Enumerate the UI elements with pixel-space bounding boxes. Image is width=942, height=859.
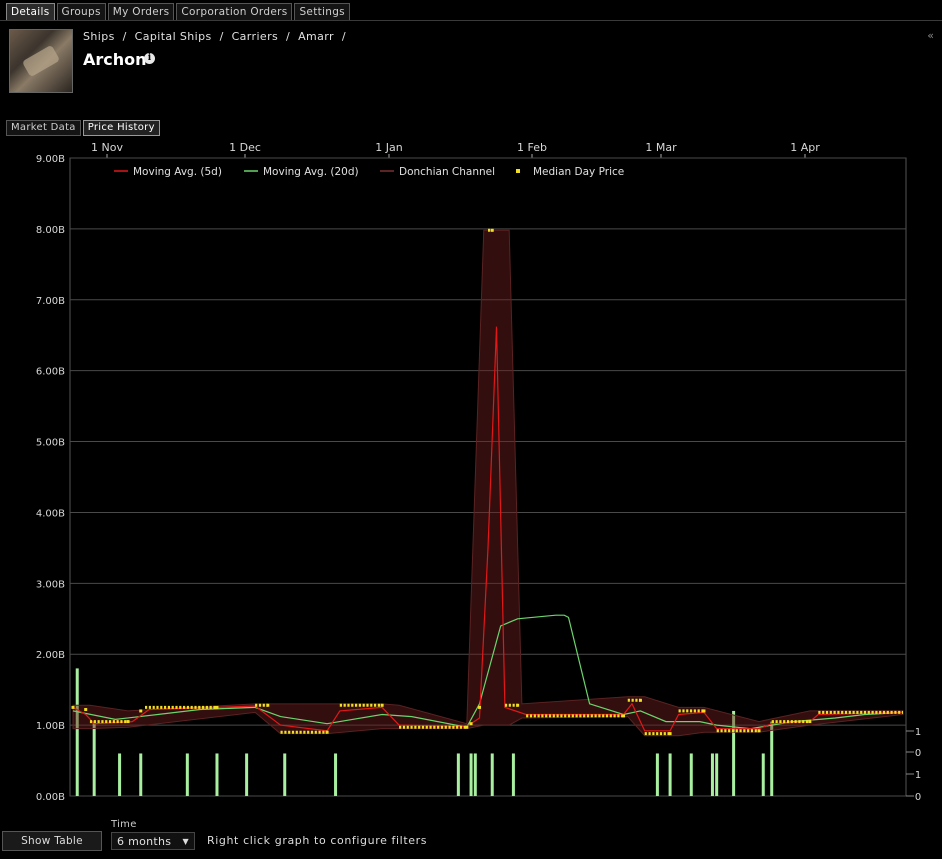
tab-price-history[interactable]: Price History [82, 120, 160, 136]
legend-label: Moving Avg. (5d) [133, 166, 222, 178]
volume-bar [75, 668, 79, 796]
median-price-point [380, 703, 384, 707]
median-price-point [84, 708, 88, 712]
legend-label: Median Day Price [533, 166, 624, 178]
volume-tick-label: 0 [915, 748, 921, 759]
tab-corporation-orders[interactable]: Corporation Orders [176, 3, 293, 21]
chart-svg[interactable]: 1 Nov 1 Dec 1 Jan 1 Feb 1 Mar 1 Apr 0.00B 1.00B… [0, 136, 942, 811]
y-tick-label: 0.00B [36, 792, 65, 803]
x-tick-label: 1 Apr [790, 141, 820, 154]
tab-market-data[interactable]: Market Data [6, 120, 81, 136]
footer: Show Table Time 6 months ▼ Right click g… [0, 815, 942, 859]
volume-bar [215, 753, 219, 796]
legend-label: Moving Avg. (20d) [263, 166, 359, 178]
median-price-point [71, 705, 75, 709]
time-label: Time [111, 819, 137, 830]
breadcrumb: Ships / Capital Ships / Carriers / Amarr… [83, 30, 350, 43]
main-tabs: Details Groups My Orders Corporation Ord… [6, 3, 350, 21]
volume-bar [710, 753, 714, 796]
volume-bar [185, 753, 189, 796]
median-price-point [622, 714, 626, 718]
tab-my-orders[interactable]: My Orders [107, 3, 175, 21]
x-tick-label: 1 Feb [517, 141, 547, 154]
y-tick-label: 9.00B [36, 154, 65, 165]
tab-settings[interactable]: Settings [294, 3, 350, 21]
volume-tick-label: 1 [915, 770, 921, 781]
time-range-value: 6 months [117, 835, 172, 848]
breadcrumb-carriers[interactable]: Carriers [232, 30, 279, 43]
volume-bar [689, 753, 693, 796]
divider [0, 20, 942, 21]
median-price-point [668, 732, 672, 736]
y-tick-label: 3.00B [36, 579, 65, 590]
median-price-point [638, 698, 642, 702]
volume-bar [655, 753, 659, 796]
x-tick-label: 1 Jan [375, 141, 402, 154]
hint-text: Right click graph to configure filters [207, 834, 428, 847]
breadcrumb-amarr[interactable]: Amarr [298, 30, 334, 43]
volume-bar [469, 753, 473, 796]
volume-bar [283, 753, 287, 796]
y-tick-label: 8.00B [36, 225, 65, 236]
price-history-chart[interactable]: 1 Nov 1 Dec 1 Jan 1 Feb 1 Mar 1 Apr 0.00B 1.00B… [0, 136, 942, 811]
item-thumbnail[interactable] [9, 29, 73, 93]
legend-swatch [516, 169, 520, 173]
breadcrumb-ships[interactable]: Ships [83, 30, 115, 43]
median-price-point [266, 703, 270, 707]
median-price-point [325, 730, 329, 734]
tab-details[interactable]: Details [6, 3, 55, 21]
breadcrumb-separator: / [286, 30, 291, 43]
volume-bar [668, 753, 672, 796]
volume-bar [456, 753, 460, 796]
volume-bar [473, 753, 477, 796]
time-range-select[interactable]: 6 months ▼ [111, 832, 195, 850]
x-tick-label: 1 Mar [645, 141, 677, 154]
median-price-point [478, 705, 482, 709]
breadcrumb-separator: / [341, 30, 346, 43]
volume-bar [770, 721, 774, 796]
median-price-point [757, 729, 761, 733]
item-name: Archon [83, 50, 147, 69]
median-price-point [702, 709, 706, 713]
y-tick-label: 4.00B [36, 508, 65, 519]
collapse-icon[interactable]: « [927, 29, 934, 42]
chevron-down-icon: ▼ [182, 837, 189, 846]
median-price-point [215, 705, 219, 709]
volume-bar [511, 753, 515, 796]
breadcrumb-separator: / [219, 30, 224, 43]
median-price-point [516, 703, 520, 707]
median-price-point [126, 720, 130, 724]
median-price-point [139, 709, 143, 713]
median-price-point [490, 228, 494, 232]
breadcrumb-capital-ships[interactable]: Capital Ships [135, 30, 212, 43]
volume-bar [139, 753, 143, 796]
info-icon[interactable]: i [144, 53, 155, 64]
tab-groups[interactable]: Groups [56, 3, 106, 21]
x-tick-label: 1 Dec [229, 141, 261, 154]
y-tick-label: 6.00B [36, 367, 65, 378]
volume-bar [245, 753, 249, 796]
median-price-point [808, 720, 812, 724]
volume-bar [761, 753, 765, 796]
volume-tick-label: 0 [915, 792, 921, 803]
y-tick-label: 7.00B [36, 296, 65, 307]
median-price-point [469, 722, 473, 726]
show-table-button[interactable]: Show Table [2, 831, 102, 851]
volume-bar [118, 753, 122, 796]
y-tick-label: 1.00B [36, 721, 65, 732]
volume-bar [334, 753, 338, 796]
volume-bar [92, 721, 96, 796]
donchian-channel [72, 229, 904, 737]
median-price-point [465, 725, 469, 729]
volume-bar [715, 753, 719, 796]
y-tick-label: 5.00B [36, 438, 65, 449]
sub-tabs: Market Data Price History [6, 120, 160, 136]
breadcrumb-separator: / [122, 30, 127, 43]
y-tick-label: 2.00B [36, 650, 65, 661]
volume-tick-label: 1 [915, 727, 921, 738]
volume-bar [490, 753, 494, 796]
x-tick-label: 1 Nov [91, 141, 123, 154]
legend-label: Donchian Channel [399, 166, 495, 178]
